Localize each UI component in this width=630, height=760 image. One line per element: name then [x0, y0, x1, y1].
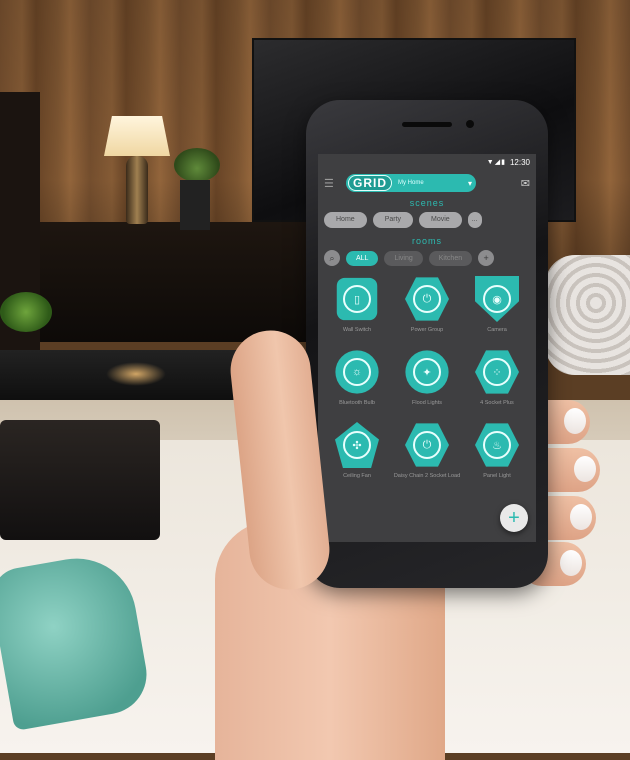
switch-icon: ▯ [343, 285, 371, 313]
hamburger-menu-icon[interactable]: ☰ [324, 177, 338, 190]
device-tile-ceiling-fan[interactable]: ✣ Ceiling Fan [322, 422, 392, 487]
socket-icon: ⏻ [413, 285, 441, 313]
mail-icon[interactable]: ✉ [521, 177, 530, 190]
rooms-row: ⌕ ALL Living Kitchen + [318, 250, 536, 266]
device-label: Camera [487, 327, 507, 333]
device-tile-wall-switch[interactable]: ▯ Wall Switch [322, 276, 392, 341]
pillow [545, 255, 630, 375]
device-label: Bluetooth Bulb [339, 400, 375, 406]
signal-wifi-battery-icon: ▼◢▮ [486, 159, 506, 166]
camera-icon: ◉ [483, 285, 511, 313]
app-logo: GRID [348, 175, 392, 191]
scene-chip[interactable]: Movie [419, 212, 462, 228]
room-chip-all[interactable]: ALL [346, 250, 379, 266]
room-chip[interactable]: Kitchen [428, 250, 473, 266]
device-label: 4 Socket Plus [480, 400, 514, 406]
socket-icon: ⏻ [413, 431, 441, 459]
home-selector-value: My Home [398, 180, 424, 186]
device-label: Panel Light [483, 473, 511, 479]
device-tile-bluetooth-bulb[interactable]: ☼ Bluetooth Bulb [322, 349, 392, 414]
device-tile-power-group[interactable]: ⏻ Power Group [392, 276, 462, 341]
device-tile-panel-light[interactable]: ♨ Panel Light [462, 422, 532, 487]
device-label: Ceiling Fan [343, 473, 371, 479]
ottoman [0, 420, 160, 540]
floodlight-icon: ✦ [413, 358, 441, 386]
bulb-icon: ☼ [343, 358, 371, 386]
phone-camera [466, 120, 474, 128]
status-time: 12:30 [509, 157, 530, 167]
search-icon[interactable]: ⌕ [324, 250, 340, 266]
status-bar: ▼◢▮ 12:30 [318, 154, 536, 170]
plant-pot [180, 180, 210, 230]
scenes-heading: scenes [409, 198, 445, 208]
scene-chip[interactable]: Party [372, 212, 414, 228]
device-label: Flood Lights [412, 400, 442, 406]
device-tile-daisy-chain[interactable]: ⏻ Daisy Chain 2 Socket Load [392, 422, 462, 487]
lamp-shade [104, 116, 170, 156]
app-screen: ▼◢▮ 12:30 ☰ GRID My Home ▾ ✉ scenes Home… [318, 154, 536, 542]
device-label: Power Group [410, 327, 444, 333]
lamp-base [126, 156, 148, 224]
tv-console [40, 222, 330, 342]
socket-icon: ⁘ [483, 358, 511, 386]
rooms-heading: rooms [411, 236, 442, 246]
device-tile-4-socket[interactable]: ⁘ 4 Socket Plus [462, 349, 532, 414]
home-selector[interactable]: GRID My Home ▾ [346, 174, 476, 192]
flame-icon: ♨ [483, 431, 511, 459]
device-tile-flood-lights[interactable]: ✦ Flood Lights [392, 349, 462, 414]
add-device-button[interactable]: + [500, 504, 528, 532]
scene-chip[interactable]: ... [467, 212, 482, 228]
scenes-row: Home Party Movie ... [318, 212, 536, 228]
phone-speaker [402, 122, 452, 127]
device-label: Daisy Chain 2 Socket Load [393, 473, 461, 479]
plant [0, 292, 52, 332]
app-bar: ☰ GRID My Home ▾ ✉ [318, 170, 536, 196]
chevron-down-icon: ▾ [467, 178, 472, 188]
device-grid: ▯ Wall Switch ⏻ Power Group ◉ Camera ☼ B… [318, 266, 536, 487]
device-label: Wall Switch [342, 327, 372, 333]
add-room-icon[interactable]: + [478, 250, 495, 266]
room-chip[interactable]: Living [384, 250, 423, 266]
smartphone: ▼◢▮ 12:30 ☰ GRID My Home ▾ ✉ scenes Home… [306, 100, 548, 588]
plant [174, 148, 220, 182]
fan-icon: ✣ [343, 431, 371, 459]
device-tile-camera[interactable]: ◉ Camera [462, 276, 532, 341]
scene-chip[interactable]: Home [324, 212, 367, 228]
